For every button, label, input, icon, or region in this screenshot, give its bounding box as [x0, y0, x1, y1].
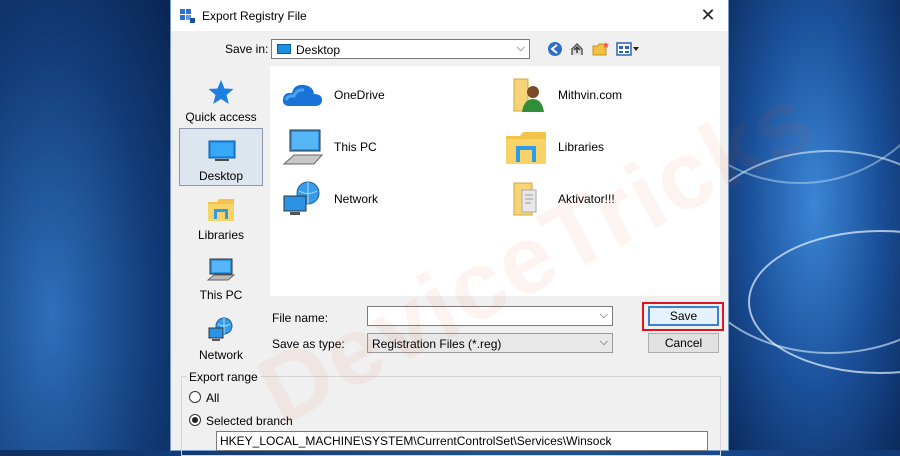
- network-icon: [283, 181, 320, 215]
- file-item-label: Mithvin.com: [558, 88, 623, 102]
- file-item-libraries[interactable]: Libraries: [498, 126, 708, 166]
- save-as-type-dropdown[interactable]: Registration Files (*.reg) ⌵: [367, 333, 613, 353]
- close-icon: ✕: [700, 5, 716, 25]
- place-network[interactable]: Network: [179, 308, 263, 366]
- up-folder-icon: [571, 42, 583, 55]
- place-label: Libraries: [197, 228, 245, 242]
- file-item-network[interactable]: Network: [274, 178, 484, 218]
- place-quick-access[interactable]: Quick access: [179, 70, 263, 128]
- close-button[interactable]: ✕: [688, 0, 728, 31]
- back-button[interactable]: [545, 40, 565, 58]
- file-item-label: This PC: [334, 140, 377, 154]
- place-label: Desktop: [198, 169, 244, 183]
- place-libraries[interactable]: Libraries: [179, 188, 263, 246]
- place-label: Network: [198, 348, 243, 362]
- view-menu-icon: [616, 42, 639, 56]
- libraries-icon: [506, 132, 546, 164]
- file-item-label: Libraries: [558, 140, 605, 154]
- save-in-label: Save in:: [225, 42, 269, 56]
- computer-icon: [206, 258, 236, 281]
- export-range-title: Export range: [187, 370, 260, 384]
- folder-icon: [513, 182, 537, 216]
- file-name-field[interactable]: ⌵: [367, 306, 613, 326]
- new-folder-icon: [592, 42, 609, 56]
- dialog-title: Export Registry File: [202, 9, 307, 23]
- title-bar: Export Registry File ✕: [171, 0, 728, 31]
- star-icon: [208, 80, 234, 104]
- place-label: This PC: [199, 288, 243, 302]
- place-this-pc[interactable]: This PC: [179, 248, 263, 306]
- desktop-background-left: [0, 0, 170, 450]
- libraries-icon: [208, 199, 234, 221]
- file-item-onedrive[interactable]: OneDrive: [274, 74, 484, 114]
- all-radio-label[interactable]: All: [206, 391, 219, 405]
- file-item-this-pc[interactable]: This PC: [274, 126, 484, 166]
- save-as-type-label: Save as type:: [272, 337, 345, 351]
- desktop-background-right: [728, 0, 900, 450]
- file-item-mithvin[interactable]: Mithvin.com: [498, 74, 708, 114]
- cancel-button[interactable]: Cancel: [648, 333, 719, 353]
- save-button[interactable]: Save: [648, 306, 719, 326]
- back-arrow-icon: [548, 42, 562, 56]
- save-in-dropdown[interactable]: Desktop ⌵: [271, 39, 530, 59]
- file-item-label: Aktivator!!!: [558, 192, 615, 206]
- selected-branch-value: HKEY_LOCAL_MACHINE\SYSTEM\CurrentControl…: [220, 434, 612, 448]
- network-icon: [208, 317, 233, 341]
- desktop-icon: [277, 44, 291, 54]
- user-folder-icon: [513, 78, 544, 112]
- desktop-icon: [208, 140, 236, 161]
- file-item-label: Network: [334, 192, 379, 206]
- all-radio[interactable]: [189, 391, 201, 403]
- export-registry-dialog: Export Registry File ✕ Save in: Desktop …: [171, 0, 831, 456]
- file-list: OneDrive Mithvin.com This PC Libraries N…: [270, 66, 720, 296]
- file-item-aktivator[interactable]: Aktivator!!!: [498, 178, 708, 218]
- save-as-type-value: Registration Files (*.reg): [372, 337, 502, 351]
- up-folder-button[interactable]: [567, 40, 587, 58]
- registry-editor-icon: [180, 9, 195, 23]
- save-in-value: Desktop: [296, 43, 341, 57]
- place-desktop[interactable]: Desktop: [179, 128, 263, 186]
- file-name-label: File name:: [272, 311, 329, 325]
- view-menu-button[interactable]: [615, 40, 641, 58]
- chevron-down-icon: ⌵: [599, 336, 608, 348]
- cloud-icon: [282, 84, 322, 106]
- chevron-down-icon[interactable]: ⌵: [600, 309, 608, 322]
- places-bar: Quick access Desktop Libraries This PC N…: [177, 66, 265, 372]
- new-folder-button[interactable]: [591, 40, 611, 58]
- place-label: Quick access: [185, 110, 257, 124]
- chevron-down-icon: ⌵: [516, 42, 525, 54]
- selected-branch-radio[interactable]: [189, 414, 201, 426]
- selected-branch-field[interactable]: HKEY_LOCAL_MACHINE\SYSTEM\CurrentControl…: [216, 431, 708, 451]
- file-item-label: OneDrive: [334, 88, 385, 102]
- selected-branch-label[interactable]: Selected branch: [206, 414, 293, 428]
- computer-icon: [282, 129, 324, 165]
